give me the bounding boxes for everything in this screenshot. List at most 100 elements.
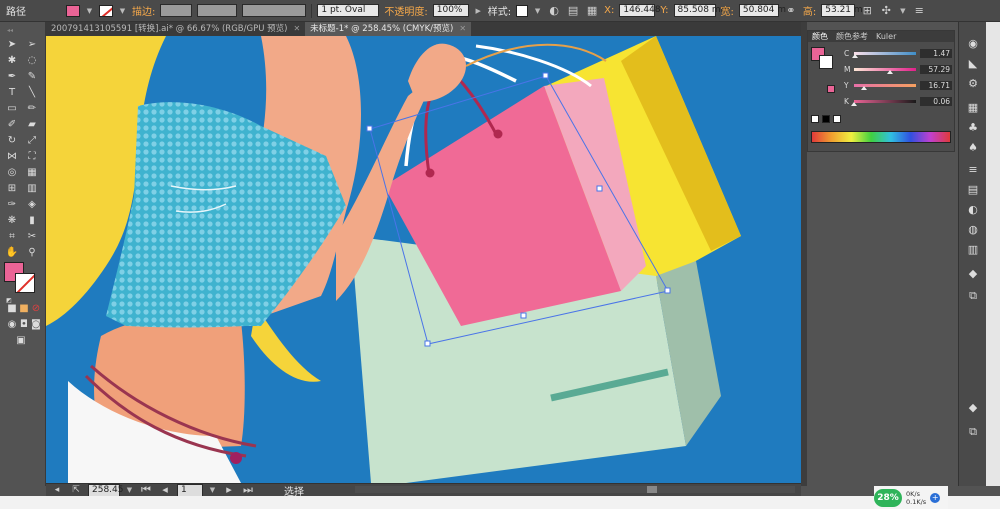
tab-color[interactable]: 颜色 xyxy=(812,31,828,42)
brushes-icon[interactable]: ▦ xyxy=(965,100,981,116)
stroke-weight-field[interactable] xyxy=(160,4,193,17)
align-icon[interactable]: ▤ xyxy=(566,4,580,18)
tab-document-1[interactable]: 200791413105591 [转换].ai* @ 66.67% (RGB/G… xyxy=(46,22,305,36)
yellow-slider[interactable]: Y 16.71 xyxy=(844,81,954,90)
artboard-tool-icon[interactable]: ⌗ xyxy=(5,230,19,244)
rectangle-tool-icon[interactable]: ▭ xyxy=(5,102,19,116)
prev-page-icon[interactable]: ◂ xyxy=(50,483,64,497)
none-mode-icon[interactable]: ⊘ xyxy=(29,302,43,316)
graph-tool-icon[interactable]: ▮ xyxy=(25,214,39,228)
prev-artboard-icon[interactable]: ◂ xyxy=(158,483,172,497)
next-artboard-icon[interactable]: ▸ xyxy=(222,483,236,497)
transform-options-icon[interactable]: ✣ xyxy=(879,4,893,18)
artboards-icon[interactable]: ⧉ xyxy=(965,288,981,304)
type-tool-icon[interactable]: T xyxy=(5,86,19,100)
last-artboard-icon[interactable]: ⏭ xyxy=(241,483,255,497)
hand-tool-icon[interactable]: ✋ xyxy=(5,246,19,260)
zoom-dropdown-icon[interactable]: ▼ xyxy=(125,484,134,496)
lasso-tool-icon[interactable]: ◌ xyxy=(25,54,39,68)
recolor-icon[interactable]: ◐ xyxy=(547,4,561,18)
color-spectrum[interactable] xyxy=(811,131,951,143)
opacity-field[interactable]: 100% xyxy=(432,4,469,17)
stroke-color-box[interactable] xyxy=(15,273,35,293)
perspective-grid-tool-icon[interactable]: ▦ xyxy=(25,166,39,180)
slider-track[interactable] xyxy=(854,68,916,71)
none-swatch[interactable] xyxy=(811,115,819,123)
panel-menu-icon[interactable]: ≡ xyxy=(912,4,926,18)
pencil-tool-icon[interactable]: ✏ xyxy=(25,102,39,116)
gradient-icon[interactable]: ▤ xyxy=(965,182,981,198)
width-tool-icon[interactable]: ⋈ xyxy=(5,150,19,164)
tab-document-2[interactable]: 未标题-1* @ 258.45% (CMYK/预览) ✕ xyxy=(305,22,472,36)
free-transform-tool-icon[interactable]: ⛶ xyxy=(25,150,39,164)
artboard-dropdown-icon[interactable]: ▼ xyxy=(208,484,217,496)
collapse-status-icon[interactable]: ⇱ xyxy=(69,483,83,497)
color-guide-icon[interactable]: ◣ xyxy=(965,56,981,72)
layers-icon[interactable]: ◆ xyxy=(965,266,981,282)
layers-stack-icon[interactable]: ◆ xyxy=(965,400,981,416)
stroke-label[interactable]: 描边: xyxy=(132,3,155,18)
shape-builder-tool-icon[interactable]: ◎ xyxy=(5,166,19,180)
plus-icon[interactable]: + xyxy=(930,492,941,503)
stroke-swatch[interactable] xyxy=(99,4,113,17)
blend-tool-icon[interactable]: ◈ xyxy=(25,198,39,212)
tab-kuler[interactable]: Kuler xyxy=(876,32,896,41)
screen-mode-icon[interactable]: ▣ xyxy=(14,334,28,348)
close-icon[interactable]: ✕ xyxy=(459,22,466,36)
last-color-swatch[interactable] xyxy=(827,85,835,93)
white-swatch[interactable] xyxy=(833,115,841,123)
transform-icon[interactable]: ▦ xyxy=(585,4,599,18)
swatches-icon[interactable]: ⚙ xyxy=(965,76,981,92)
magic-wand-tool-icon[interactable]: ✱ xyxy=(5,54,19,68)
pen-tool-icon[interactable]: ✒ xyxy=(5,70,19,84)
fill-dropdown-icon[interactable]: ▼ xyxy=(85,5,94,17)
opacity-arrow-icon[interactable]: ▶ xyxy=(474,5,483,17)
reference-point-icon[interactable]: ⊞ xyxy=(860,4,874,18)
magenta-slider[interactable]: M 57.29 xyxy=(844,65,954,74)
style-swatch[interactable] xyxy=(516,4,529,17)
style-dropdown-icon[interactable]: ▼ xyxy=(533,5,542,17)
slider-track[interactable] xyxy=(854,100,916,103)
direct-selection-tool-icon[interactable]: ➢ xyxy=(25,38,39,52)
scroll-thumb[interactable] xyxy=(647,486,657,493)
tab-color-guide[interactable]: 颜色参考 xyxy=(836,31,868,42)
artboard-field[interactable]: 1 xyxy=(177,483,203,497)
opacity-label[interactable]: 不透明度: xyxy=(384,3,427,18)
transparency-icon[interactable]: ◐ xyxy=(965,202,981,218)
first-artboard-icon[interactable]: ⏮ xyxy=(139,483,153,497)
w-label[interactable]: 宽: xyxy=(721,3,734,18)
eraser-tool-icon[interactable]: ▰ xyxy=(25,118,39,132)
horizontal-scrollbar[interactable] xyxy=(355,486,795,493)
slider-knob-icon[interactable] xyxy=(861,86,868,90)
zoom-field[interactable]: 258.45 xyxy=(88,483,124,497)
align-icon[interactable]: ▥ xyxy=(965,242,981,258)
channel-value[interactable]: 57.29 xyxy=(920,65,952,74)
selection-tool-icon[interactable]: ➤ xyxy=(5,38,19,52)
mesh-tool-icon[interactable]: ⊞ xyxy=(5,182,19,196)
slider-knob-icon[interactable] xyxy=(851,54,858,58)
x-label[interactable]: X: xyxy=(604,5,614,16)
brush-definition-field[interactable] xyxy=(242,4,307,17)
black-slider[interactable]: K 0.06 xyxy=(844,97,954,106)
zoom-tool-icon[interactable]: ⚲ xyxy=(25,246,39,260)
variable-width-field[interactable] xyxy=(197,4,238,17)
channel-value[interactable]: 0.06 xyxy=(920,97,952,106)
h-label[interactable]: 高: xyxy=(803,3,816,18)
draw-inside-icon[interactable]: ◙ xyxy=(29,318,43,332)
slider-track[interactable] xyxy=(854,52,916,55)
gradient-tool-icon[interactable]: ▥ xyxy=(25,182,39,196)
h-field[interactable]: 53.21 mm xyxy=(821,4,871,17)
transform-dropdown-icon[interactable]: ▼ xyxy=(898,5,907,17)
collapse-icon[interactable]: ◂◂ xyxy=(3,24,17,38)
graphic-styles-icon[interactable]: ♠ xyxy=(965,140,981,156)
vertical-scrollbar[interactable] xyxy=(986,22,1000,486)
stroke-swatch[interactable] xyxy=(819,55,833,69)
slider-knob-icon[interactable] xyxy=(886,70,893,74)
curvature-tool-icon[interactable]: ✎ xyxy=(25,70,39,84)
x-field[interactable]: 146.448 xyxy=(619,4,661,17)
stroke-dropdown-icon[interactable]: ▼ xyxy=(118,5,127,17)
y-label[interactable]: Y: xyxy=(660,5,668,16)
artboard-canvas[interactable] xyxy=(46,36,801,483)
link-icon[interactable]: ⚭ xyxy=(784,4,798,18)
stroke-profile-field[interactable]: 1 pt. Oval xyxy=(317,4,380,17)
